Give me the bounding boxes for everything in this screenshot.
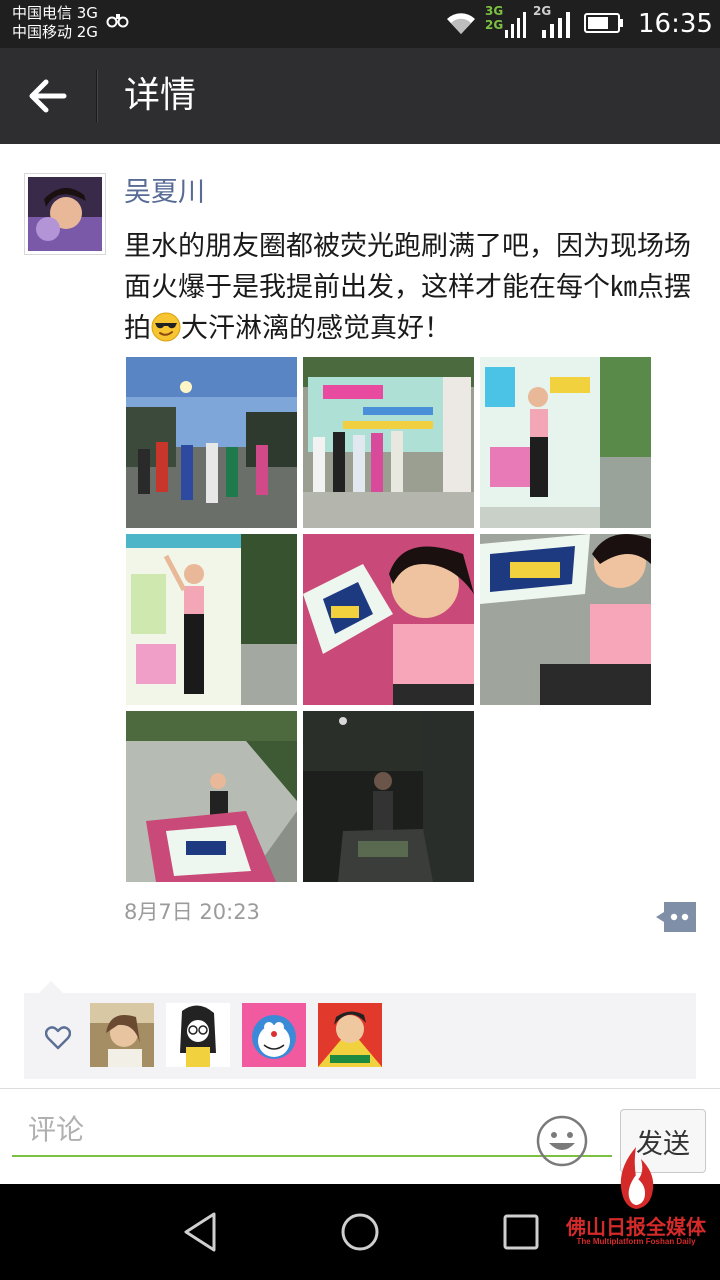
- network-type-1: 3G 2G: [485, 4, 504, 32]
- nav-back-triangle-icon[interactable]: [180, 1210, 220, 1254]
- comment-dots-icon[interactable]: [656, 902, 696, 932]
- carrier-info: 中国电信 3G 中国移动 2G: [12, 4, 98, 42]
- author-name[interactable]: 吴夏川: [124, 176, 205, 210]
- heart-outline-icon: [45, 1026, 71, 1050]
- status-bar: 中国电信 3G 中国移动 2G 3G 2G 2G 16:35: [0, 0, 720, 48]
- carrier-2: 中国移动 2G: [12, 23, 98, 41]
- sunglasses-face-emoji: [151, 312, 181, 342]
- link-icon: [106, 14, 129, 28]
- wifi-icon: [447, 13, 475, 35]
- liker-avatar-4[interactable]: [318, 1003, 382, 1067]
- signal-icon: [505, 12, 526, 38]
- title-divider: [96, 70, 98, 122]
- comment-input[interactable]: [12, 1103, 612, 1157]
- clock: 16:35: [638, 9, 713, 39]
- photo-selfie-km-sign[interactable]: [303, 534, 474, 705]
- photo-evening-crowd[interactable]: [126, 357, 297, 528]
- photo-woman-banner[interactable]: [480, 357, 651, 528]
- foshan-daily-watermark: 佛山日报全媒体 The Multiplatform Foshan Daily: [556, 1145, 716, 1255]
- liker-avatar-1[interactable]: [90, 1003, 154, 1067]
- post-text: 里水的朋友圈都被荧光跑刷满了吧，因为现场场面火爆于是我提前出发，这样才能在每个㎞…: [124, 226, 694, 349]
- carrier-1: 中国电信 3G: [12, 4, 98, 22]
- photo-selfie-km-sign-2[interactable]: [480, 534, 651, 705]
- battery-icon: [584, 13, 623, 33]
- avatar-image: [28, 177, 102, 251]
- post-text-end: 大汗淋漓的感觉真好！: [181, 313, 451, 344]
- photo-woman-posing[interactable]: [126, 534, 297, 705]
- watermark-title: 佛山日报全媒体: [566, 1215, 706, 1239]
- liker-avatar-3[interactable]: [242, 1003, 306, 1067]
- author-avatar[interactable]: [24, 173, 106, 255]
- photo-path-km-sign[interactable]: [126, 711, 297, 882]
- arrow-left-icon: [29, 79, 67, 113]
- post-timestamp: 8月7日 20:23: [124, 900, 260, 924]
- flame-logo-icon: [620, 1147, 654, 1209]
- liker-avatar-2[interactable]: [166, 1003, 230, 1067]
- nav-home-circle-icon[interactable]: [340, 1212, 380, 1252]
- back-button[interactable]: [20, 70, 76, 122]
- watermark-subtitle: The Multiplatform Foshan Daily: [576, 1237, 696, 1246]
- title-bar: 详情: [0, 48, 720, 144]
- photo-night-km-sign[interactable]: [303, 711, 474, 882]
- photo-runners-banner[interactable]: [303, 357, 474, 528]
- signal-icon-2: [542, 12, 570, 38]
- page-title: 详情: [124, 75, 197, 116]
- nav-recent-square-icon[interactable]: [503, 1214, 539, 1250]
